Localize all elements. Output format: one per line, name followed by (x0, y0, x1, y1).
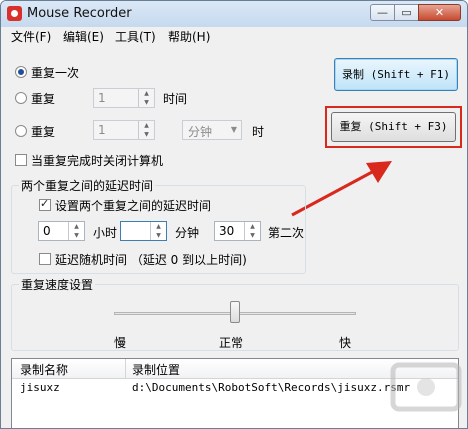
site-logo-icon (390, 362, 462, 412)
delay-minutes-spinner[interactable]: ▲ ▼ (120, 221, 167, 241)
minimize-button[interactable]: — (370, 4, 395, 21)
set-delay-label: 设置两个重复之间的延迟时间 (55, 199, 212, 213)
close-button[interactable]: ✕ (418, 4, 461, 21)
delay-seconds-value: 30 (219, 224, 235, 238)
close-icon: ✕ (434, 6, 445, 19)
title-bar: Mouse Recorder — ▭ ✕ (1, 1, 467, 27)
minimize-icon: — (377, 6, 388, 19)
spin-down-icon[interactable]: ▼ (139, 130, 154, 139)
chevron-down-icon: ▼ (230, 125, 237, 134)
speed-normal-label: 正常 (219, 336, 244, 350)
delay-hours-spinner[interactable]: 0 ▲ ▼ (38, 221, 85, 241)
interval-suffix: 时 (252, 125, 265, 139)
window-title: Mouse Recorder (27, 6, 132, 21)
menu-file[interactable]: 文件(F) (11, 28, 51, 45)
speed-slow-label: 慢 (114, 336, 127, 350)
column-name[interactable]: 录制名称 (20, 361, 68, 378)
delay-hours-label: 小时 (93, 226, 118, 240)
random-delay-checkbox[interactable] (39, 253, 51, 265)
recording-name: jisuxz (20, 381, 60, 394)
repeat-times-label: 重复 (31, 92, 56, 106)
menu-help[interactable]: 帮助(H) (168, 28, 210, 45)
recording-path: d:\Documents\RobotSoft\Records\jisuxz.rs… (132, 381, 411, 394)
delay-seconds-label: 第二次 (268, 226, 305, 240)
maximize-button[interactable]: ▭ (394, 4, 419, 21)
delay-hours-value: 0 (43, 224, 51, 238)
speed-fast-label: 快 (339, 336, 352, 350)
spin-down-icon[interactable]: ▼ (139, 98, 154, 107)
repeat-once-radio[interactable] (15, 66, 27, 78)
spin-up-icon[interactable]: ▲ (69, 222, 84, 231)
spin-up-icon[interactable]: ▲ (151, 222, 166, 231)
interval-unit-value: 分钟 (188, 125, 213, 139)
delay-seconds-spinner[interactable]: 30 ▲ ▼ (214, 221, 261, 241)
spin-down-icon[interactable]: ▼ (69, 231, 84, 240)
spin-up-icon[interactable]: ▲ (139, 121, 154, 130)
shutdown-label: 当重复完成时关闭计算机 (31, 154, 164, 168)
repeat-interval-radio[interactable] (15, 125, 27, 137)
menu-tools[interactable]: 工具(T) (115, 28, 156, 45)
record-app-icon (7, 6, 22, 21)
spin-down-icon[interactable]: ▼ (151, 231, 166, 240)
menu-edit[interactable]: 编辑(E) (63, 28, 104, 45)
repeat-times-value: 1 (98, 91, 106, 105)
repeat-interval-label: 重复 (31, 125, 56, 139)
repeat-interval-value: 1 (98, 123, 106, 137)
repeat-times-spinner[interactable]: 1 ▲ ▼ (93, 88, 155, 108)
spin-down-icon[interactable]: ▼ (245, 231, 260, 240)
repeat-interval-spinner[interactable]: 1 ▲ ▼ (93, 120, 155, 140)
random-delay-label: 延迟随机时间 （延迟 0 到以上时间) (55, 253, 247, 267)
set-delay-checkbox[interactable] (39, 197, 51, 211)
shutdown-checkbox[interactable] (15, 154, 27, 166)
repeat-times-unit: 时间 (163, 92, 188, 106)
speed-slider-thumb[interactable] (230, 301, 240, 323)
speed-group-title: 重复速度设置 (19, 276, 96, 293)
record-button[interactable]: 录制 (Shift + F1) (334, 58, 458, 91)
spin-up-icon[interactable]: ▲ (139, 89, 154, 98)
column-location[interactable]: 录制位置 (132, 361, 180, 378)
delay-group-title: 两个重复之间的延迟时间 (19, 177, 156, 194)
delay-minutes-label: 分钟 (175, 226, 200, 240)
repeat-button[interactable]: 重复 (Shift + F3) (331, 112, 456, 142)
app-window: Mouse Recorder — ▭ ✕ 文件(F) 编辑(E) 工具(T) 帮… (0, 0, 468, 429)
repeat-times-radio[interactable] (15, 92, 27, 104)
repeat-once-label: 重复一次 (31, 66, 80, 80)
menu-bar: 文件(F) 编辑(E) 工具(T) 帮助(H) (1, 27, 467, 45)
maximize-icon: ▭ (401, 6, 412, 19)
spin-up-icon[interactable]: ▲ (245, 222, 260, 231)
interval-unit-select[interactable]: 分钟 ▼ (182, 120, 242, 140)
